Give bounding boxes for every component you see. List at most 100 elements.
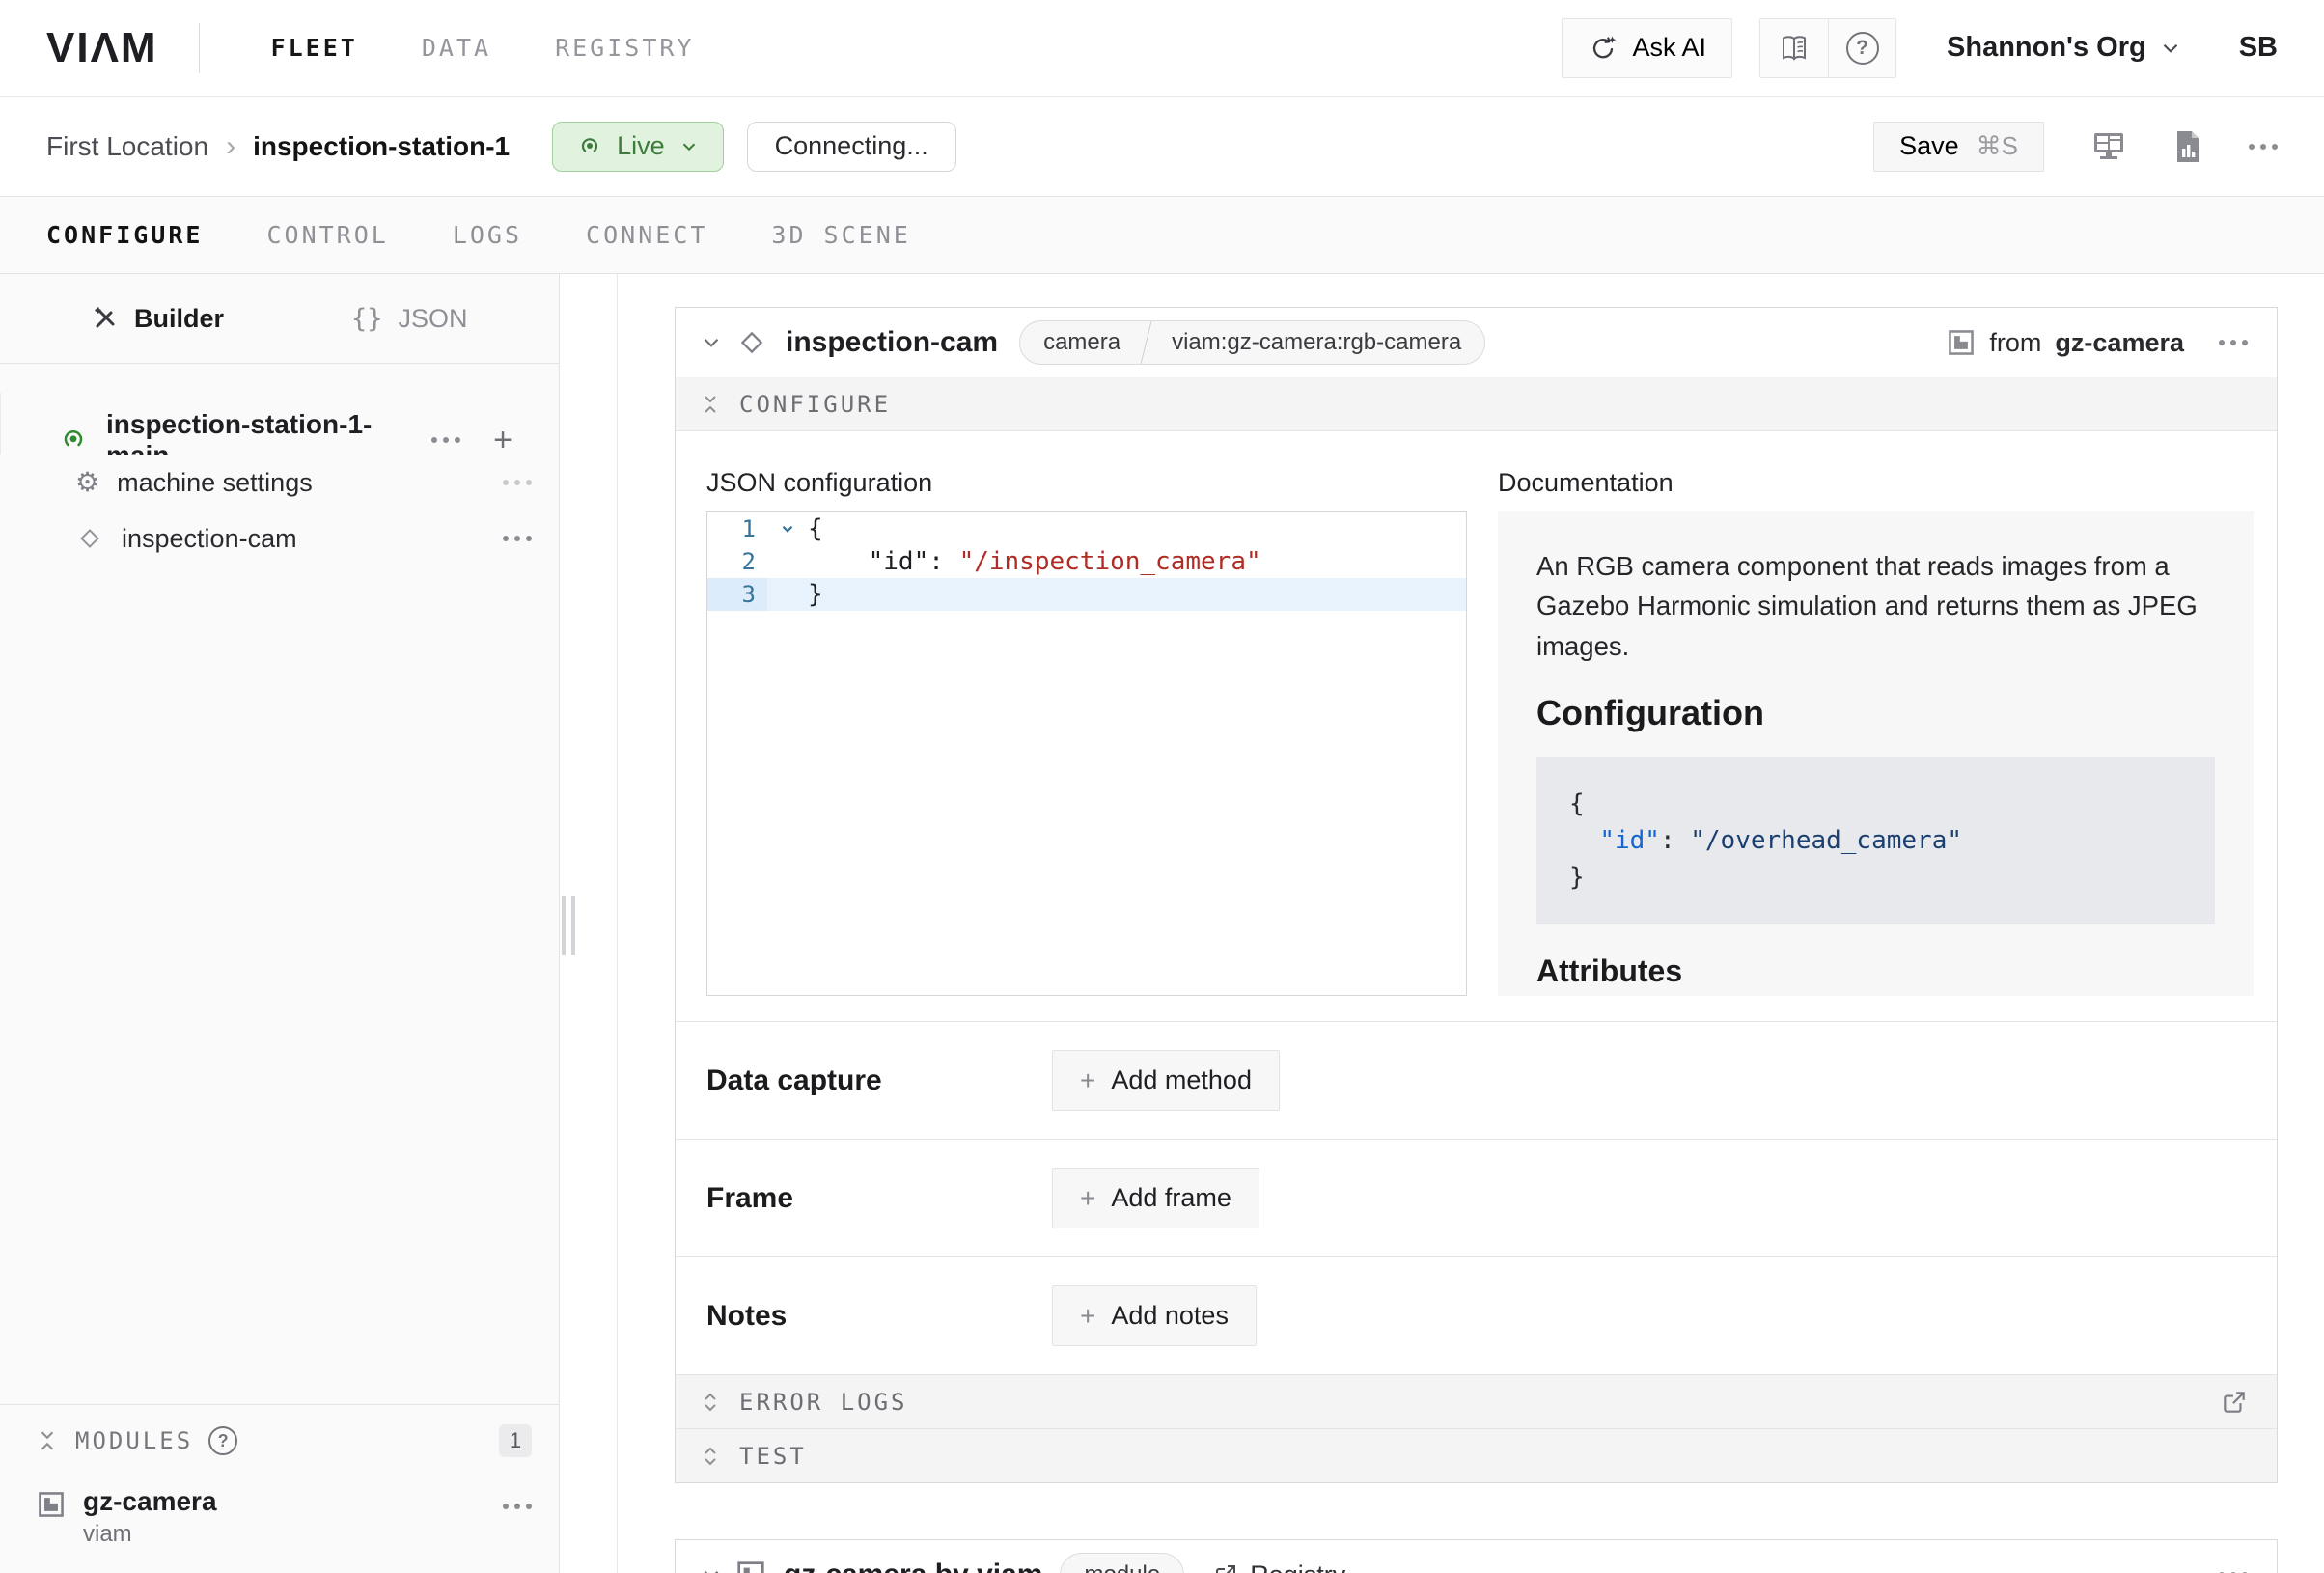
json-config-column: JSON configuration 1 { xyxy=(706,468,1467,996)
tree-item-machine-part[interactable]: inspection-station-1-main + xyxy=(0,393,559,455)
more-menu-button[interactable] xyxy=(2249,144,2278,150)
item-menu-button[interactable] xyxy=(503,536,532,541)
tab-connect[interactable]: CONNECT xyxy=(586,221,707,249)
sidebar-gutter xyxy=(560,274,617,1573)
component-diamond-icon xyxy=(735,326,768,359)
documentation-column: Documentation An RGB camera component th… xyxy=(1498,468,2254,996)
add-frame-button[interactable]: + Add frame xyxy=(1052,1168,1259,1228)
docs-code-sample: { "id": "/overhead_camera" } xyxy=(1536,757,2215,924)
docs-button[interactable] xyxy=(1760,19,1828,77)
machine-name: inspection-station-1 xyxy=(253,131,510,162)
book-icon xyxy=(1778,34,1811,63)
save-shortcut: ⌘S xyxy=(1977,131,2018,161)
component-name: inspection-cam xyxy=(786,326,998,359)
main-nav: FLEET DATA REGISTRY xyxy=(271,34,695,62)
add-component-button[interactable]: + xyxy=(493,424,512,455)
status-label: Live xyxy=(617,131,665,161)
module-icon xyxy=(37,1490,66,1519)
module-card-gz-camera: gz-camera by viam module Registry xyxy=(675,1539,2278,1573)
nav-data[interactable]: DATA xyxy=(422,34,491,62)
docs-description: An RGB camera component that reads image… xyxy=(1536,546,2215,666)
documentation-label: Documentation xyxy=(1498,468,2254,498)
plus-icon: + xyxy=(1080,1185,1095,1212)
builder-label: Builder xyxy=(134,304,224,334)
module-item-gz-camera[interactable]: gz-camera viam xyxy=(0,1476,559,1548)
json-config-editor[interactable]: 1 { 2 xyxy=(706,511,1467,996)
nav-fleet[interactable]: FLEET xyxy=(271,34,358,62)
broadcast-icon xyxy=(58,425,89,455)
collapse-chevron-icon[interactable] xyxy=(699,1562,724,1573)
registry-link[interactable]: Registry xyxy=(1213,1560,1345,1573)
external-link-icon[interactable] xyxy=(2221,1389,2248,1416)
error-logs-bar[interactable]: ERROR LOGS xyxy=(676,1374,2277,1428)
machine-status-dropdown[interactable]: Live xyxy=(552,122,724,172)
connecting-button[interactable]: Connecting... xyxy=(747,122,956,172)
configure-section-bar[interactable]: CONFIGURE xyxy=(676,377,2277,431)
data-capture-row: Data capture + Add method xyxy=(676,1021,2277,1139)
configure-label: CONFIGURE xyxy=(739,391,891,418)
editor-line-active: 3 } xyxy=(707,578,1466,611)
part-menu-button[interactable] xyxy=(431,437,460,443)
component-type: camera xyxy=(1020,321,1144,364)
save-button[interactable]: Save ⌘S xyxy=(1873,122,2044,172)
nav-registry[interactable]: REGISTRY xyxy=(555,34,694,62)
expand-icon xyxy=(701,1446,720,1467)
add-method-button[interactable]: + Add method xyxy=(1052,1050,1280,1111)
builder-toggle[interactable]: Builder xyxy=(92,304,224,334)
sidebar-resize-handle[interactable] xyxy=(562,896,575,955)
viam-logo[interactable]: VIΛM xyxy=(46,24,158,72)
component-model: viam:gz-camera:rgb-camera xyxy=(1148,321,1484,364)
tree-item-machine-settings[interactable]: ⚙ machine settings xyxy=(0,455,559,511)
tools-icon xyxy=(92,305,119,332)
help-button[interactable]: ? xyxy=(1828,19,1895,77)
ask-ai-button[interactable]: Ask AI xyxy=(1562,18,1732,78)
divider xyxy=(199,23,200,73)
module-tag: module xyxy=(1061,1554,1183,1573)
component-menu-button[interactable] xyxy=(2219,340,2248,345)
breadcrumb-separator: › xyxy=(226,130,235,163)
error-logs-label: ERROR LOGS xyxy=(739,1389,908,1416)
component-tree: inspection-station-1-main + ⚙ machine se… xyxy=(0,364,559,566)
fold-chevron-icon[interactable] xyxy=(779,520,796,538)
test-label: TEST xyxy=(739,1443,807,1470)
frame-row: Frame + Add frame xyxy=(676,1139,2277,1256)
documentation-panel[interactable]: An RGB camera component that reads image… xyxy=(1498,511,2254,996)
module-card-header: gz-camera by viam module Registry xyxy=(676,1540,2277,1573)
chevron-down-icon xyxy=(678,136,700,157)
json-toggle[interactable]: {} JSON xyxy=(351,304,468,334)
tab-logs[interactable]: LOGS xyxy=(453,221,522,249)
json-config-label: JSON configuration xyxy=(706,468,1467,498)
collapse-icon xyxy=(701,394,720,415)
editor-line: 2 "id": "/inspection_camera" xyxy=(707,545,1466,578)
tab-control[interactable]: CONTROL xyxy=(266,221,388,249)
machine-part-name: inspection-station-1-main xyxy=(106,409,431,455)
module-menu-button[interactable] xyxy=(503,1504,532,1509)
module-card-title: gz-camera by viam xyxy=(784,1559,1042,1573)
header-icon-group: ? xyxy=(1759,18,1896,78)
ask-ai-label: Ask AI xyxy=(1632,33,1706,63)
item-menu-button[interactable] xyxy=(503,480,532,485)
module-icon xyxy=(735,1559,766,1573)
connecting-label: Connecting... xyxy=(775,131,928,161)
add-notes-button[interactable]: + Add notes xyxy=(1052,1285,1257,1346)
json-label: JSON xyxy=(399,304,468,334)
tree-item-inspection-cam[interactable]: inspection-cam xyxy=(0,511,559,566)
modules-section: MODULES ? 1 gz-camera viam xyxy=(0,1404,559,1573)
frame-label: Frame xyxy=(706,1182,1052,1215)
modules-header[interactable]: MODULES ? 1 xyxy=(0,1405,559,1476)
machine-page-icon-button[interactable] xyxy=(2090,129,2127,164)
report-icon-button[interactable] xyxy=(2173,129,2202,164)
tab-configure[interactable]: CONFIGURE xyxy=(46,221,203,249)
gear-icon: ⚙ xyxy=(75,469,99,496)
modules-help-icon[interactable]: ? xyxy=(208,1426,237,1455)
test-bar[interactable]: TEST xyxy=(676,1428,2277,1482)
save-label: Save xyxy=(1899,131,1959,161)
component-diamond-icon xyxy=(75,524,104,553)
breadcrumb-location[interactable]: First Location xyxy=(46,131,208,162)
collapse-chevron-icon[interactable] xyxy=(699,330,724,355)
docs-attributes-heading: Attributes xyxy=(1536,953,2215,989)
plus-icon: + xyxy=(1080,1067,1095,1094)
org-switcher[interactable]: Shannon's Org xyxy=(1947,32,2183,64)
avatar[interactable]: SB xyxy=(2239,32,2278,64)
tab-3d-scene[interactable]: 3D SCENE xyxy=(771,221,910,249)
